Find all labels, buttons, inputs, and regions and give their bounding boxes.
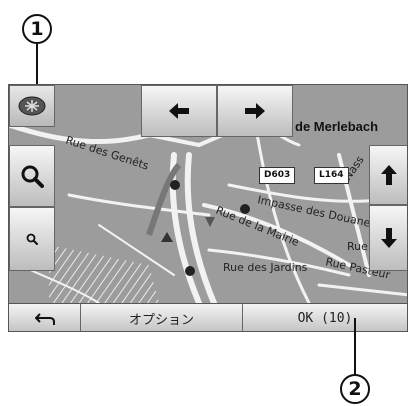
back-icon xyxy=(34,312,55,325)
callout-2: 2 xyxy=(340,374,370,404)
pan-up-button[interactable] xyxy=(369,145,407,205)
arrow-up-icon xyxy=(381,165,397,185)
ok-button[interactable]: OK (10) xyxy=(243,304,407,331)
zoom-out-button[interactable] xyxy=(9,207,55,271)
mode-toggle-icon xyxy=(18,96,46,116)
road-number-d603: D603 xyxy=(259,167,296,184)
bottom-bar: オプション OK (10) xyxy=(9,303,407,331)
pan-down-button[interactable] xyxy=(369,205,407,271)
zoom-in-button[interactable] xyxy=(9,145,55,207)
road-number-l164: L164 xyxy=(314,167,349,184)
street-label-jardins: Rue des Jardins xyxy=(223,261,308,274)
pan-right-button[interactable] xyxy=(217,85,293,137)
pan-left-button[interactable] xyxy=(141,85,217,137)
callout-1: 1 xyxy=(22,14,52,44)
callout-2-leader xyxy=(354,318,356,376)
navigation-screen: Rue des Genêts Impasse des Douanes Rue d… xyxy=(8,84,408,332)
arrow-down-icon xyxy=(381,228,397,248)
arrow-right-icon xyxy=(245,103,265,119)
map-mode-button[interactable] xyxy=(9,85,55,127)
zoom-in-icon xyxy=(21,165,44,188)
zoom-out-icon xyxy=(26,233,38,245)
arrow-left-icon xyxy=(169,103,189,119)
street-label-rue: Rue xyxy=(347,240,368,253)
city-label: de Merlebach xyxy=(295,119,379,134)
back-button[interactable] xyxy=(9,304,81,331)
options-button[interactable]: オプション xyxy=(81,304,243,331)
